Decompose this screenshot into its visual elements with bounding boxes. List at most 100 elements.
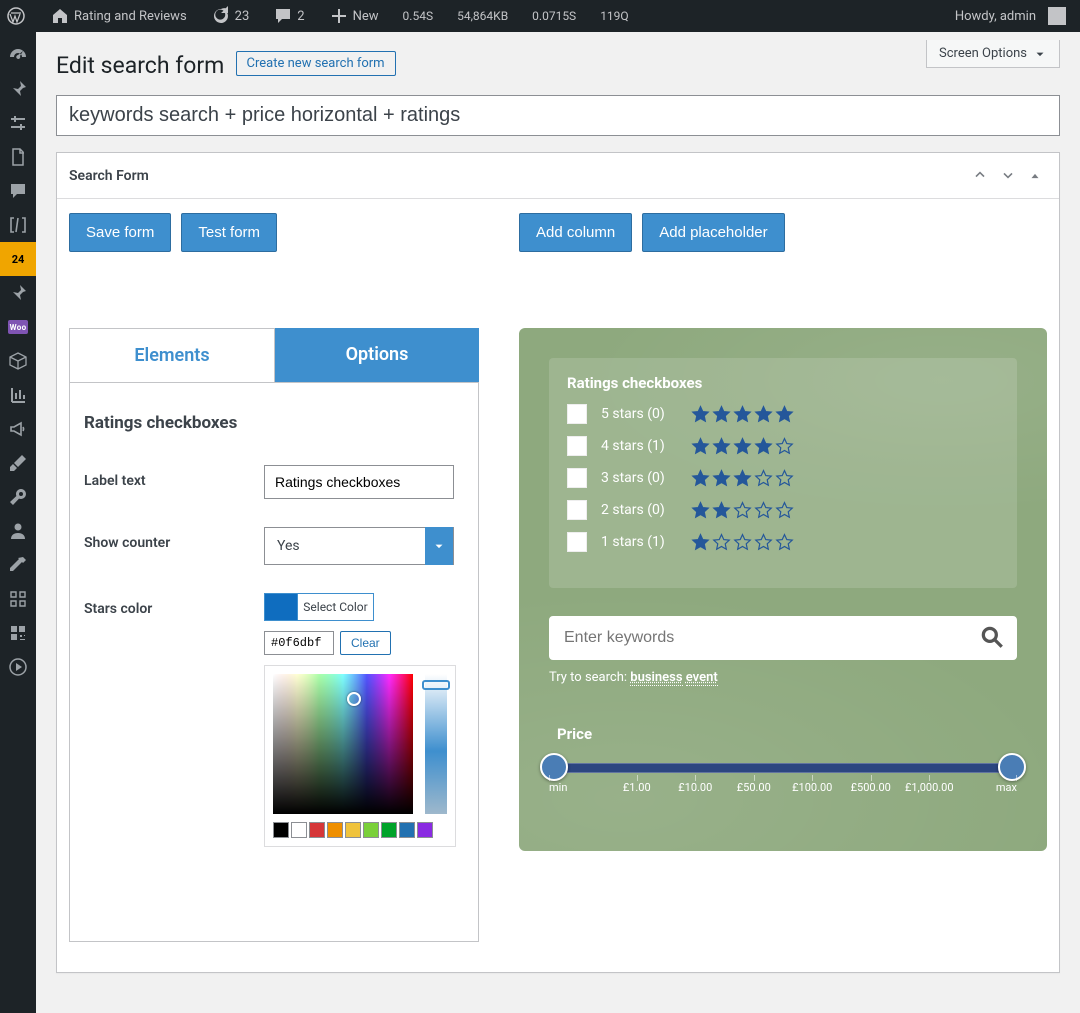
star-icon (775, 469, 794, 488)
try-keyword-2[interactable]: event (686, 670, 718, 686)
slider-handle-min[interactable] (540, 753, 568, 781)
hue-slider[interactable] (425, 674, 447, 814)
palette-swatch[interactable] (291, 822, 307, 838)
slider-handle-max[interactable] (998, 753, 1026, 781)
test-form-button[interactable]: Test form (181, 213, 277, 252)
rating-checkbox[interactable] (567, 404, 587, 424)
price-ticks: min£1.00£10.00£50.00£100.00£500.00£1,000… (549, 781, 1017, 807)
rating-label: 1 stars (1) (601, 534, 677, 550)
price-slider[interactable] (549, 763, 1017, 773)
site-link[interactable]: Rating and Reviews (44, 6, 193, 26)
form-name-input[interactable] (56, 95, 1060, 136)
form-preview: Ratings checkboxes 5 stars (0) 4 stars (… (519, 328, 1047, 851)
star-icon (691, 469, 710, 488)
add-column-button[interactable]: Add column (519, 213, 632, 252)
rating-label: 5 stars (0) (601, 406, 677, 422)
star-icon (691, 501, 710, 520)
palette-swatch[interactable] (309, 822, 325, 838)
search-form-panel: Search Form Save form Test form Elements (56, 152, 1060, 973)
try-keyword-1[interactable]: business (630, 670, 682, 686)
menu-pages[interactable] (0, 140, 36, 174)
saturation-picker[interactable] (273, 674, 413, 814)
updates-link[interactable]: 23 (205, 6, 256, 26)
comments-link[interactable]: 2 (267, 6, 310, 26)
rating-checkbox[interactable] (567, 468, 587, 488)
star-icon (775, 437, 794, 456)
panel-down[interactable] (996, 163, 1020, 187)
menu-qr[interactable] (0, 616, 36, 650)
rating-label: 3 stars (0) (601, 470, 677, 486)
price-tick: £100.00 (783, 781, 842, 807)
palette-swatch[interactable] (273, 822, 289, 838)
star-icon (691, 437, 710, 456)
new-link[interactable]: New (323, 6, 385, 26)
select-color-button[interactable]: Select Color (264, 593, 374, 621)
menu-tools[interactable] (0, 548, 36, 582)
palette-swatch[interactable] (345, 822, 361, 838)
save-form-button[interactable]: Save form (69, 213, 171, 252)
menu-media[interactable] (0, 650, 36, 684)
price-widget: Price min£1.00£10.00£50.00£100.00£500.00… (549, 725, 1017, 807)
menu-sliders[interactable] (0, 106, 36, 140)
add-placeholder-button[interactable]: Add placeholder (642, 213, 784, 252)
star-icon (712, 437, 731, 456)
menu-plugins[interactable] (0, 480, 36, 514)
color-swatch (265, 594, 297, 620)
hex-input[interactable] (264, 631, 334, 655)
menu-pin[interactable] (0, 276, 36, 310)
panel-up[interactable] (968, 163, 992, 187)
label-text-input[interactable] (264, 465, 454, 499)
search-icon[interactable] (979, 624, 1005, 650)
tab-options[interactable]: Options (275, 328, 479, 382)
stars-color-label: Stars color (84, 593, 264, 617)
star-icon (775, 533, 794, 552)
menu-users[interactable] (0, 514, 36, 548)
rating-row: 5 stars (0) (567, 404, 999, 424)
wp-logo[interactable] (0, 6, 32, 26)
star-icon (754, 437, 773, 456)
menu-code[interactable] (0, 208, 36, 242)
price-tick: £50.00 (725, 781, 784, 807)
price-tick: £1,000.00 (900, 781, 959, 807)
panel-toggle[interactable] (1023, 164, 1047, 188)
star-icon (775, 405, 794, 424)
rating-row: 1 stars (1) (567, 532, 999, 552)
price-tick: £1.00 (608, 781, 667, 807)
create-new-link[interactable]: Create new search form (236, 51, 396, 76)
palette-swatch[interactable] (417, 822, 433, 838)
palette-swatch[interactable] (381, 822, 397, 838)
menu-woocommerce[interactable]: Woo (0, 310, 36, 344)
palette-swatch[interactable] (399, 822, 415, 838)
menu-marketing[interactable] (0, 412, 36, 446)
rating-checkbox[interactable] (567, 436, 587, 456)
rating-checkbox[interactable] (567, 500, 587, 520)
price-tick: £10.00 (666, 781, 725, 807)
menu-comments[interactable] (0, 174, 36, 208)
howdy-link[interactable]: Howdy, admin (949, 7, 1072, 25)
screen-options-toggle[interactable]: Screen Options (926, 40, 1060, 68)
palette-swatch[interactable] (363, 822, 379, 838)
keyword-widget (549, 616, 1017, 660)
label-text-label: Label text (84, 465, 264, 489)
menu-appearance[interactable] (0, 446, 36, 480)
star-icon (691, 533, 710, 552)
menu-posts[interactable] (0, 72, 36, 106)
palette-swatch[interactable] (327, 822, 343, 838)
tab-elements[interactable]: Elements (69, 328, 275, 382)
menu-analytics[interactable] (0, 378, 36, 412)
clear-color-button[interactable]: Clear (340, 631, 391, 655)
star-icon (712, 501, 731, 520)
menu-products[interactable] (0, 344, 36, 378)
show-counter-select[interactable]: Yes (264, 527, 454, 565)
menu-settings[interactable] (0, 582, 36, 616)
keyword-input[interactable] (549, 616, 1017, 660)
menu-dashboard[interactable] (0, 38, 36, 72)
color-picker (264, 665, 456, 847)
star-icon (733, 533, 752, 552)
tabs: Elements Options (69, 328, 479, 382)
star-icon (712, 533, 731, 552)
rating-checkbox[interactable] (567, 532, 587, 552)
rating-row: 4 stars (1) (567, 436, 999, 456)
star-icon (712, 405, 731, 424)
menu-active[interactable]: 24 (0, 242, 36, 276)
